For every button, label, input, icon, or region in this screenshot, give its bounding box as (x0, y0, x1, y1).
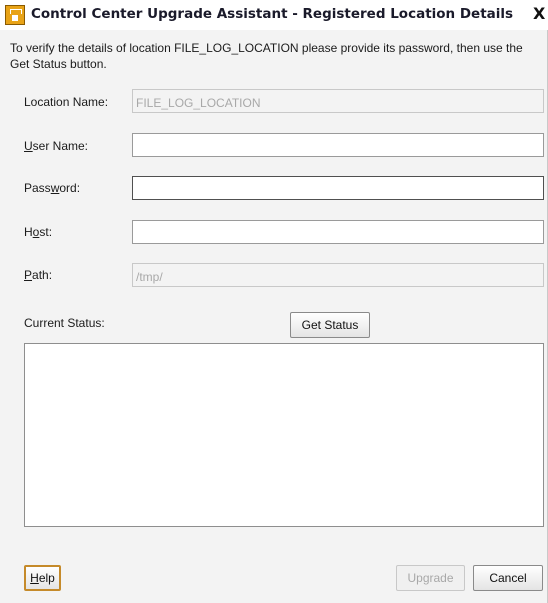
get-status-button[interactable]: Get Status (290, 312, 370, 338)
path-label-mnemonic: P (24, 268, 33, 282)
password-label-pre: Pass (24, 181, 51, 195)
user-name-label: User Name: (24, 139, 88, 153)
path-label-post: ath: (32, 268, 53, 282)
password-label-post: ord: (59, 181, 81, 195)
status-text-area[interactable] (24, 343, 544, 527)
password-field[interactable] (132, 176, 544, 200)
close-icon[interactable]: X (533, 4, 548, 24)
user-name-label-post: ser Name: (32, 139, 89, 153)
help-label-post: elp (38, 571, 55, 585)
instructions-text: To verify the details of location FILE_L… (10, 41, 523, 71)
help-label-mnemonic: H (30, 571, 39, 585)
help-button[interactable]: Help (24, 565, 61, 591)
location-name-label: Location Name: (24, 95, 109, 109)
host-field[interactable] (132, 220, 544, 244)
app-icon (5, 5, 25, 25)
cancel-button[interactable]: Cancel (473, 565, 543, 591)
password-label: Password: (24, 181, 80, 195)
path-field (132, 263, 544, 287)
upgrade-button[interactable]: Upgrade (396, 565, 465, 591)
user-name-field[interactable] (132, 133, 544, 157)
title-bar[interactable]: Control Center Upgrade Assistant - Regis… (0, 0, 548, 30)
host-label: Host: (24, 225, 52, 239)
location-name-field (132, 89, 544, 113)
path-label: Path: (24, 268, 52, 282)
current-status-label: Current Status: (24, 316, 105, 330)
dialog-window: Control Center Upgrade Assistant - Regis… (0, 0, 548, 603)
host-label-post: st: (39, 225, 53, 239)
window-title: Control Center Upgrade Assistant - Regis… (31, 6, 514, 22)
user-name-label-mnemonic: U (24, 139, 33, 153)
host-label-pre: H (24, 225, 33, 239)
